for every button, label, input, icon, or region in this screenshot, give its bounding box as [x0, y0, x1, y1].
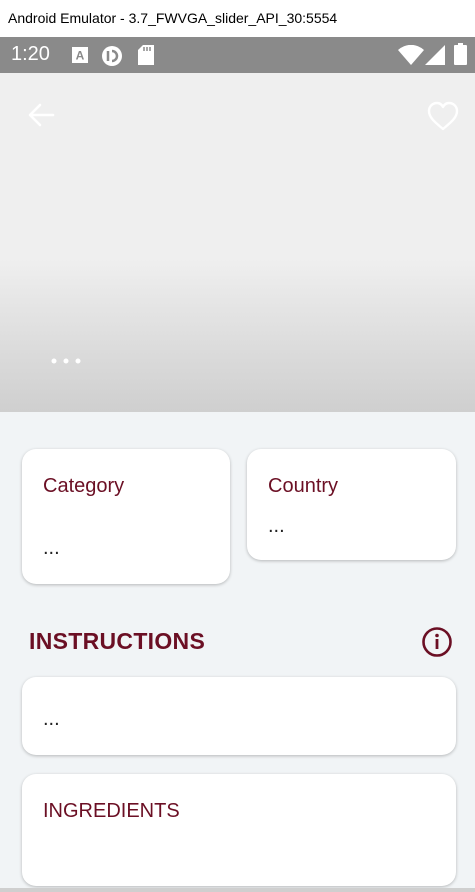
font-a-icon: A	[72, 47, 88, 63]
wifi-icon	[398, 45, 424, 65]
pager-dot	[63, 358, 69, 364]
instructions-value: ...	[43, 708, 60, 730]
arrow-left-icon[interactable]	[26, 100, 56, 130]
pager-dot	[75, 358, 81, 364]
sd-card-icon	[138, 45, 154, 65]
pager-dots	[51, 358, 81, 364]
heart-outline-icon[interactable]	[426, 100, 460, 132]
instructions-heading: INSTRUCTIONS	[29, 628, 206, 654]
ingredients-title: INGREDIENTS	[43, 800, 180, 822]
pager-dot	[51, 358, 57, 364]
bottom-divider	[0, 888, 475, 892]
status-time: 1:20	[11, 43, 50, 65]
info-icon[interactable]	[421, 626, 453, 658]
country-card: Country ...	[247, 449, 456, 560]
instructions-card: ...	[22, 677, 456, 755]
category-label: Category	[43, 475, 125, 497]
status-bar: 1:20 A	[0, 37, 475, 73]
svg-text:A: A	[76, 49, 85, 63]
ingredients-card: INGREDIENTS	[22, 774, 456, 886]
country-label: Country	[268, 475, 339, 497]
battery-icon	[454, 43, 467, 65]
window-title: Android Emulator - 3.7_FWVGA_slider_API_…	[0, 0, 475, 37]
category-card: Category ...	[22, 449, 230, 584]
country-value: ...	[268, 515, 285, 537]
category-value: ...	[43, 537, 60, 559]
pocket-casts-icon	[102, 46, 122, 66]
cell-signal-icon	[425, 45, 445, 65]
